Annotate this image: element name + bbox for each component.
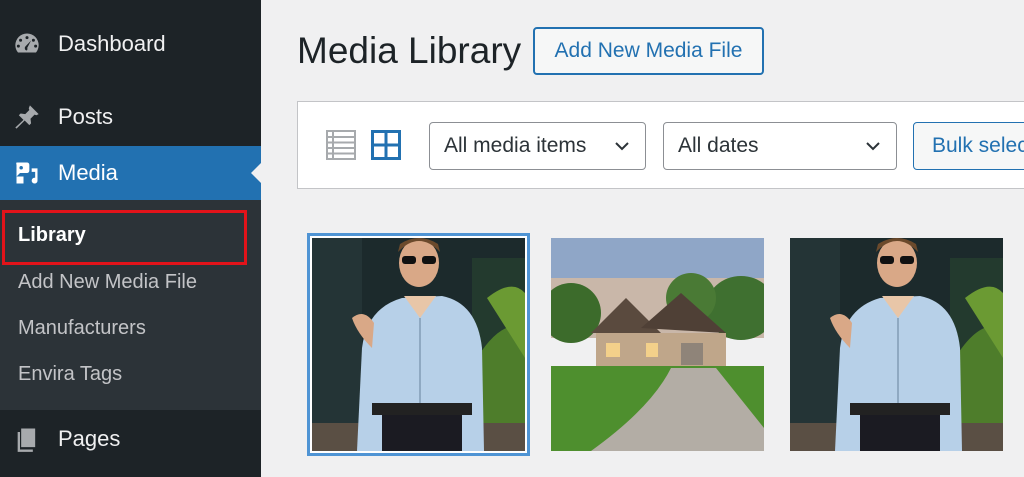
sidebar-item-label: Posts [58,104,114,129]
sidebar-item-posts[interactable]: Posts [0,95,261,139]
sidebar-item-label: Pages [58,426,121,451]
bulk-select-button[interactable]: Bulk select [913,122,1024,170]
dashboard-icon [12,29,42,59]
house-photo [551,238,764,451]
media-type-filter-value: All media items [444,134,587,157]
add-new-media-button[interactable]: Add New Media File [533,27,764,75]
chevron-down-icon [866,142,880,151]
chevron-down-icon [615,142,629,151]
media-thumbnail[interactable] [790,238,1003,451]
media-icon [12,158,42,188]
list-view-icon[interactable] [326,130,356,160]
pages-icon [12,424,42,454]
media-thumbnail[interactable] [551,238,764,451]
date-filter-value: All dates [678,134,759,157]
date-filter[interactable]: All dates [663,122,897,170]
man-photo [312,238,525,451]
admin-sidebar: Dashboard Posts Media Library Add New Me… [0,0,261,477]
sidebar-item-pages[interactable]: Pages [0,416,261,462]
sidebar-item-label: Dashboard [58,31,166,56]
submenu-item-library[interactable]: Library [18,224,86,247]
pushpin-icon [12,102,42,132]
page-title: Media Library [297,30,522,71]
grid-view-icon[interactable] [371,130,401,160]
submenu-item-add-new[interactable]: Add New Media File [18,271,197,294]
media-submenu: Library Add New Media File Manufacturers… [0,200,261,410]
sidebar-item-media[interactable]: Media [0,146,261,200]
submenu-item-manufacturers[interactable]: Manufacturers [18,317,146,340]
submenu-item-envira-tags[interactable]: Envira Tags [18,363,122,386]
media-thumbnail[interactable] [312,238,525,451]
man-photo [790,238,1003,451]
media-type-filter[interactable]: All media items [429,122,646,170]
sidebar-item-dashboard[interactable]: Dashboard [0,22,261,66]
sidebar-item-label: Media [58,160,118,185]
